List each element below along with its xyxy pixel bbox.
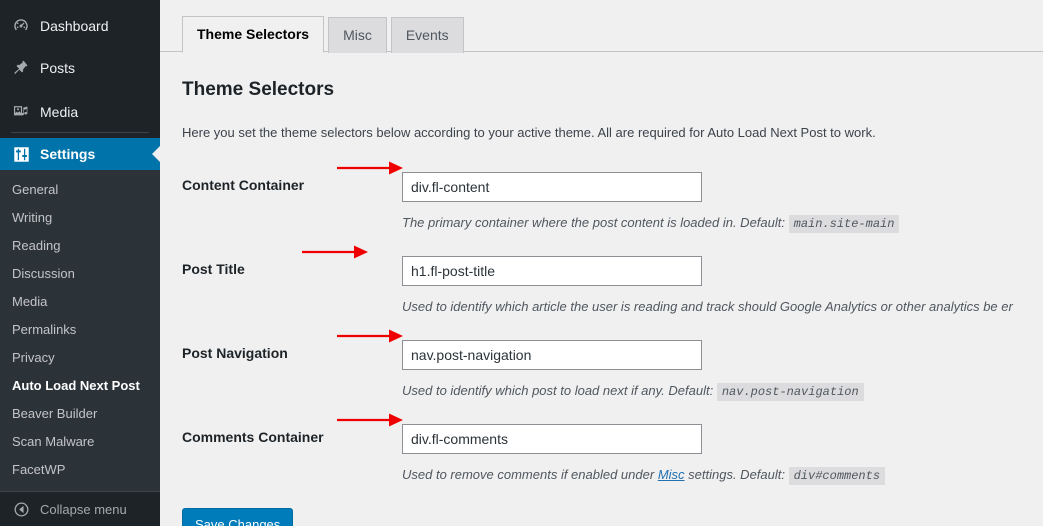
field-label-post-title: Post Title (182, 261, 245, 278)
submit-row: Save Changes (182, 507, 1043, 526)
sidebar-item-writing[interactable]: Writing (0, 204, 160, 232)
field-label-post-navigation: Post Navigation (182, 344, 288, 361)
media-photo-music-icon (11, 102, 31, 122)
post-navigation-description: Used to identify which post to load next… (402, 381, 1033, 401)
settings-submenu: General Writing Reading Discussion Media… (0, 169, 160, 491)
dashboard-gauge-icon (11, 16, 31, 36)
sidebar-item-media-settings[interactable]: Media (0, 288, 160, 316)
post-title-input[interactable] (402, 256, 702, 287)
page-title: Theme Selectors (182, 79, 335, 100)
content-wrap: Theme Selectors Misc Events Theme Select… (160, 0, 1043, 526)
field-cell-comments-container: Used to remove comments if enabled under… (402, 416, 1043, 500)
sidebar-item-label: Media (40, 103, 79, 120)
desc-text: Used to identify which article the user … (402, 299, 1013, 315)
field-label-comments-container: Comments Container (182, 428, 324, 445)
form-row-post-title: Post Title Used to identify which articl… (182, 248, 1043, 332)
field-cell-post-navigation: Used to identify which post to load next… (402, 332, 1043, 416)
misc-settings-link[interactable]: Misc (658, 467, 685, 482)
content-container-description: The primary container where the post con… (402, 213, 1033, 234)
settings-tabs: Theme Selectors Misc Events (160, 10, 1043, 53)
sidebar-item-privacy[interactable]: Privacy (0, 344, 160, 372)
sidebar-item-dashboard[interactable]: Dashboard (0, 10, 160, 42)
sidebar-item-media[interactable]: Media (0, 96, 160, 128)
comments-container-description: Used to remove comments if enabled under… (402, 465, 1033, 485)
sidebar-item-settings[interactable]: Settings (0, 138, 160, 170)
tab-events[interactable]: Events (390, 17, 464, 53)
desc-text-middle: settings. Default: (688, 466, 785, 482)
comments-container-input[interactable] (402, 423, 702, 454)
collapse-menu-label: Collapse menu (40, 501, 127, 517)
sidebar-top-spacer (0, 0, 160, 10)
settings-sliders-icon (11, 144, 31, 164)
post-title-description: Used to identify which article the user … (402, 297, 1033, 317)
save-changes-button[interactable]: Save Changes (182, 507, 294, 526)
field-cell-post-title: Used to identify which article the user … (402, 248, 1043, 332)
default-value-badge: nav.post-navigation (716, 382, 864, 401)
sidebar-item-beaver-builder[interactable]: Beaver Builder (0, 400, 160, 428)
current-menu-pointer-icon (152, 146, 160, 163)
tab-misc[interactable]: Misc (328, 17, 387, 53)
field-cell-content-container: The primary container where the post con… (402, 164, 1043, 248)
sidebar-item-label: Dashboard (40, 18, 109, 35)
form-row-comments-container: Comments Container Used to remove commen… (182, 416, 1043, 500)
sidebar-item-discussion[interactable]: Discussion (0, 260, 160, 288)
tab-theme-selectors[interactable]: Theme Selectors (182, 16, 325, 53)
post-navigation-input[interactable] (402, 339, 702, 370)
desc-text: The primary container where the post con… (402, 215, 785, 231)
wordpress-admin-screen: Dashboard Posts Media Settings General W… (0, 0, 1043, 526)
sidebar-gap-1 (0, 42, 160, 52)
sidebar-item-posts[interactable]: Posts (0, 52, 160, 84)
form-row-post-navigation: Post Navigation Used to identify which p… (182, 332, 1043, 416)
form-row-content-container: Content Container The primary container … (182, 164, 1043, 248)
collapse-menu-area: Collapse menu (0, 491, 160, 526)
content-container-input[interactable] (402, 172, 702, 203)
pushpin-icon (11, 58, 31, 78)
page-description: Here you set the theme selectors below a… (182, 124, 876, 140)
sidebar-item-label: Posts (40, 59, 76, 76)
default-value-badge: main.site-main (788, 215, 900, 234)
theme-selectors-form-table: Content Container The primary container … (182, 164, 1043, 500)
sidebar-separator (11, 132, 149, 134)
desc-text: Used to identify which post to load next… (402, 382, 714, 398)
sidebar-item-auto-load-next-post[interactable]: Auto Load Next Post (0, 372, 160, 400)
sidebar-item-reading[interactable]: Reading (0, 232, 160, 260)
sidebar-item-facetwp[interactable]: FacetWP (0, 456, 160, 484)
sidebar-item-scan-malware[interactable]: Scan Malware (0, 428, 160, 456)
default-value-badge: div#comments (788, 466, 886, 485)
collapse-left-circle-icon (11, 499, 31, 519)
admin-sidebar: Dashboard Posts Media Settings General W… (0, 0, 160, 526)
sidebar-item-label: Settings (40, 146, 96, 163)
field-label-content-container: Content Container (182, 177, 305, 194)
main-content: Theme Selectors Misc Events Theme Select… (160, 0, 1043, 526)
sidebar-item-permalinks[interactable]: Permalinks (0, 316, 160, 344)
collapse-menu-button[interactable]: Collapse menu (0, 492, 160, 526)
sidebar-item-general[interactable]: General (0, 176, 160, 204)
desc-text: Used to remove comments if enabled under (402, 466, 655, 482)
